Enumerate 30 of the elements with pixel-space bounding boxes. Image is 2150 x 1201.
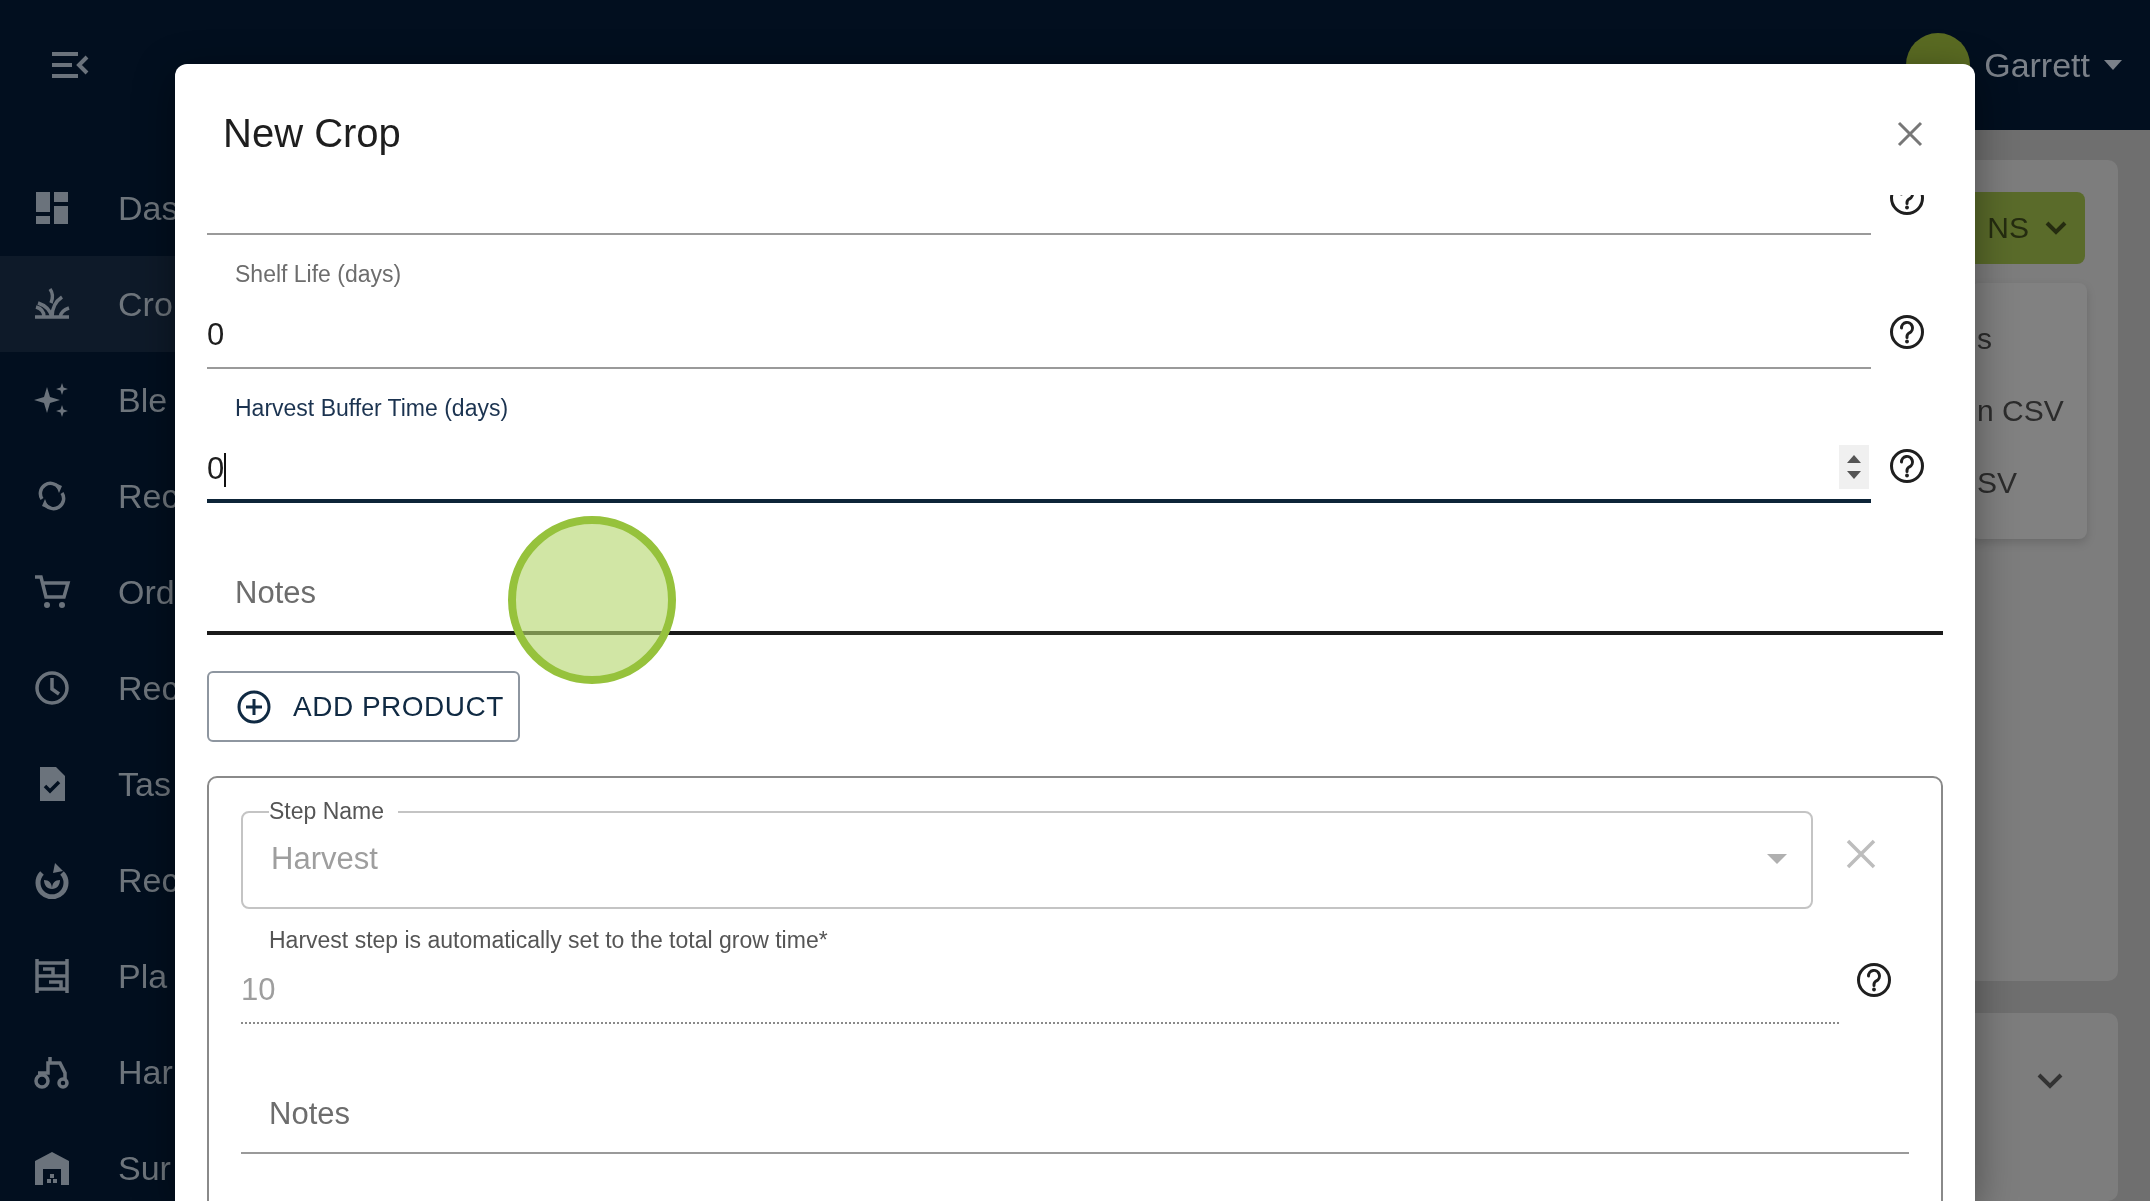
chevron-down-icon [2045, 221, 2067, 235]
help-icon[interactable] [1856, 962, 1892, 998]
warehouse-icon [33, 1149, 71, 1187]
caret-icon [1767, 854, 1787, 864]
notes-field[interactable]: Notes [207, 503, 1943, 635]
caret-icon [2104, 60, 2122, 70]
cart-icon [33, 573, 71, 611]
help-icon[interactable] [1889, 314, 1925, 350]
chevron-down-icon[interactable] [2037, 1073, 2063, 1090]
close-icon [1897, 120, 1923, 147]
menu-item[interactable]: n CSV [1971, 375, 2087, 447]
field-label: Harvest Buffer Time (days) [234, 394, 510, 423]
helper-text: Harvest step is automatically set to the total grow time* [268, 926, 829, 954]
clock-icon [33, 669, 71, 707]
number-field[interactable]: 0 [207, 423, 1871, 503]
plus-circle-icon [237, 689, 271, 724]
add-product-button[interactable]: ADD PRODUCT [207, 671, 520, 742]
menu-item[interactable]: s [1971, 303, 2087, 375]
menu-collapse-icon[interactable] [50, 51, 90, 79]
dashboard-icon [33, 189, 71, 227]
shelves-icon [33, 957, 71, 995]
leaf-cycle-icon [33, 861, 71, 899]
nav-item[interactable]: Das [0, 160, 260, 256]
number-field[interactable]: 0 [207, 289, 1871, 369]
close-icon [1846, 838, 1876, 869]
help-icon[interactable] [1889, 448, 1925, 484]
spinner-icon[interactable] [1839, 445, 1869, 489]
menu-item[interactable]: SV [1971, 447, 2087, 519]
dialog-title: New Crop [223, 111, 401, 156]
close-button[interactable] [1897, 120, 1923, 147]
